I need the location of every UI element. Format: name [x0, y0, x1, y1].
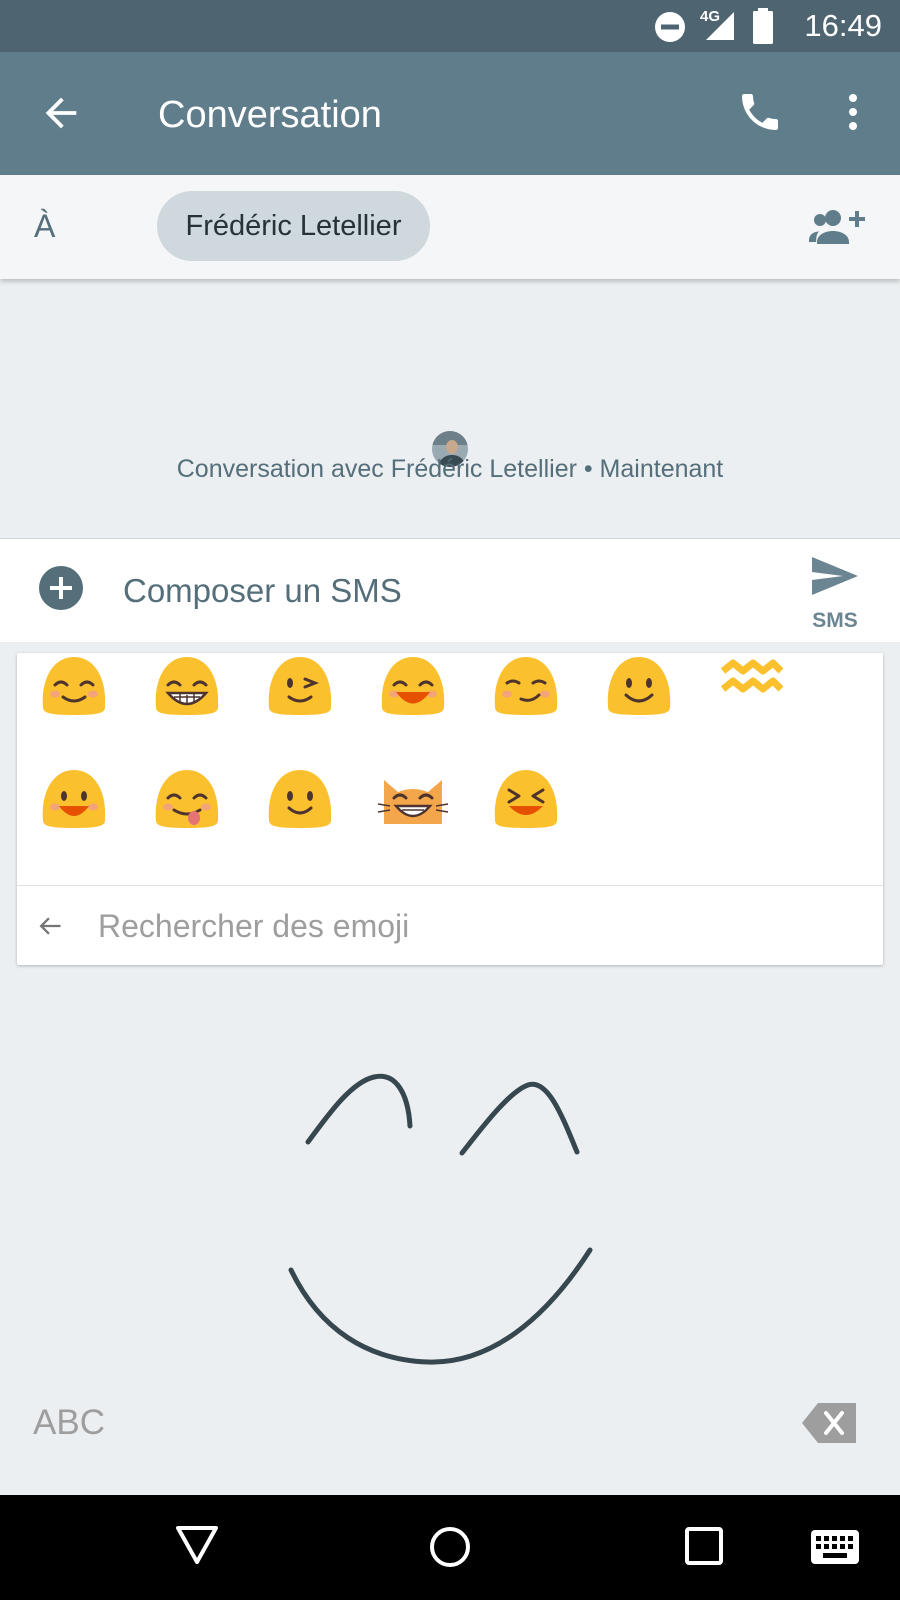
page-title: Conversation	[158, 94, 382, 136]
abc-keyboard-button[interactable]: ABC	[33, 1403, 105, 1443]
keyboard-switch-icon[interactable]	[810, 1529, 860, 1565]
handwriting-canvas[interactable]	[0, 960, 900, 1380]
emoji-panel: Rechercher des emoji	[17, 653, 883, 965]
more-vert-icon[interactable]	[829, 88, 877, 136]
winking-emoji[interactable]	[263, 649, 337, 723]
back-arrow-icon[interactable]	[38, 90, 84, 136]
compose-bar: Composer un SMS SMS	[0, 538, 900, 642]
smiling-eyes-emoji[interactable]	[37, 649, 111, 723]
app-bar: Conversation	[0, 52, 900, 175]
battery-icon	[753, 8, 773, 44]
emoji-search-input[interactable]: Rechercher des emoji	[98, 908, 409, 945]
add-person-icon[interactable]	[809, 201, 865, 251]
navigation-bar	[0, 1495, 900, 1600]
simple-smile-emoji[interactable]	[263, 762, 337, 836]
grinning-teeth-emoji[interactable]	[150, 649, 224, 723]
send-icon[interactable]	[810, 555, 860, 597]
attach-plus-icon[interactable]	[38, 565, 84, 611]
to-label: À	[34, 208, 56, 244]
do-not-disturb-icon	[655, 12, 685, 42]
nav-home-icon[interactable]	[428, 1525, 472, 1569]
recipient-chip[interactable]: Frédéric Letellier	[157, 191, 430, 261]
clock: 16:49	[804, 8, 882, 43]
open-mouth-smile-emoji[interactable]	[37, 762, 111, 836]
send-type-label: SMS	[812, 609, 858, 632]
phone-icon[interactable]	[736, 88, 784, 136]
grinning-cat-emoji[interactable]	[376, 762, 450, 836]
conversation-info: Conversation avec Frédéric Letellier • M…	[176, 455, 724, 483]
tongue-out-emoji[interactable]	[150, 762, 224, 836]
recipient-row: À Frédéric Letellier	[0, 175, 900, 279]
squinting-laugh-emoji[interactable]	[489, 762, 563, 836]
status-bar: 4G 16:49	[0, 0, 900, 52]
laughing-emoji[interactable]	[376, 649, 450, 723]
nav-back-icon[interactable]	[175, 1525, 219, 1565]
ink-stroke-left-eye	[305, 1073, 413, 1145]
slight-smile-emoji[interactable]	[602, 649, 676, 723]
signal-icon	[706, 12, 734, 40]
compose-input[interactable]: Composer un SMS	[123, 572, 402, 610]
ink-stroke-right-eye	[459, 1081, 580, 1156]
wavy-lines-emoji[interactable]	[715, 649, 789, 723]
ink-stroke-mouth	[288, 1247, 593, 1365]
search-back-arrow-icon[interactable]	[34, 912, 66, 940]
backspace-icon[interactable]	[802, 1403, 856, 1443]
nav-recents-icon[interactable]	[684, 1526, 724, 1566]
smirking-emoji[interactable]	[489, 649, 563, 723]
recipient-chip-label: Frédéric Letellier	[185, 210, 402, 242]
emoji-search-row: Rechercher des emoji	[17, 885, 883, 966]
